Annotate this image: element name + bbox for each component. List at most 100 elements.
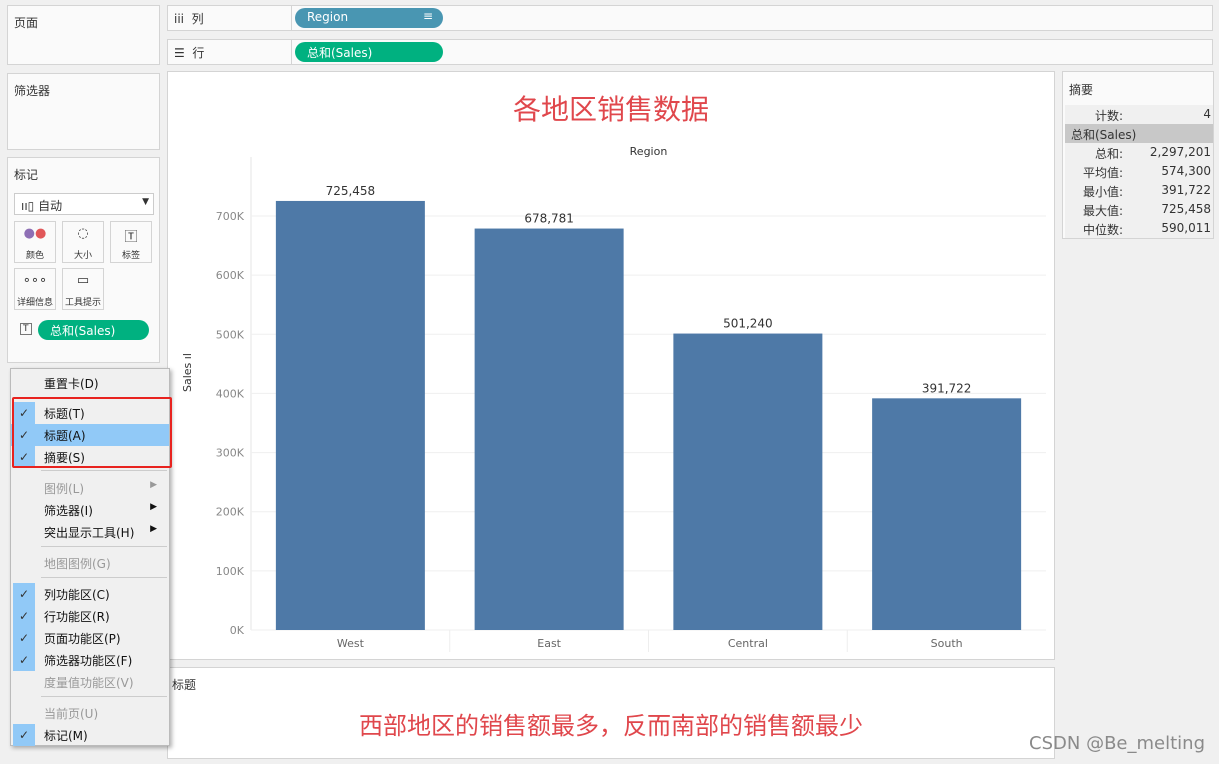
menu-item[interactable]: 重置卡(D) <box>11 372 169 394</box>
detail-label: 详细信息 <box>16 298 53 308</box>
submenu-arrow-icon: ▶ <box>150 480 157 490</box>
bar-chart: 0K 100K 200K 300K 400K 500K 600K 700K 725,458 Wes… <box>216 157 1046 652</box>
color-button[interactable]: ●● 颜色 <box>14 221 56 263</box>
y-tick-label: 500K <box>216 328 245 341</box>
detail-icon: ∘∘∘ <box>22 273 48 288</box>
marks-title: 标记 <box>14 168 39 182</box>
list-icon: ☰ <box>174 46 185 60</box>
watermark: CSDN @Be_melting <box>1029 733 1205 754</box>
summary-card: 摘要 计数: 4 总和(Sales) 总和: 2,297,201 平均值: 574,30… <box>1062 71 1214 239</box>
marks-card: 标记 ıı▯ 自动 ▼ ●● 颜色 ◌ 大小 🅃 标签 ∘∘∘ 详细信息 ▭ 工具提示 T … <box>7 157 160 363</box>
filters-title: 筛选器 <box>14 84 51 98</box>
columns-shelf[interactable]: iii 列 Region ≡ <box>167 5 1213 31</box>
columns-label: iii 列 <box>168 6 292 30</box>
size-button[interactable]: ◌ 大小 <box>62 221 104 263</box>
size-label: 大小 <box>73 251 92 261</box>
size-icon: ◌ <box>77 226 89 241</box>
rows-label-text: 行 <box>192 46 205 60</box>
data-label: 678,781 <box>524 212 574 226</box>
bar <box>474 228 624 630</box>
summary-row: 总和: 2,297,201 <box>1065 143 1213 162</box>
chart-panel: 各地区销售数据 Region Sales ıl 0K 100K 200K 300K 40… <box>167 71 1055 660</box>
mark-type-dropdown[interactable]: ıı▯ 自动 ▼ <box>14 193 154 215</box>
detail-button[interactable]: ∘∘∘ 详细信息 <box>14 268 56 310</box>
x-tick-label: West <box>337 637 365 650</box>
region-pill[interactable]: Region ≡ <box>295 8 443 28</box>
menu-item[interactable]: ✓ 列功能区(C) <box>11 583 169 605</box>
menu-item[interactable]: ✓ 标记(M) <box>11 724 169 746</box>
menu-separator <box>41 696 167 697</box>
bar <box>275 200 425 630</box>
y-tick-label: 600K <box>216 269 245 282</box>
menu-item[interactable]: 突出显示工具(H) ▶ <box>11 521 169 543</box>
caption-label: 标题 <box>172 678 197 692</box>
check-icon: ✓ <box>13 724 35 746</box>
columns-icon: iii <box>174 12 185 26</box>
check-icon: ✓ <box>13 583 35 605</box>
label-label: 标签 <box>121 251 140 261</box>
menu-item-label: 地图图例(G) <box>44 557 111 571</box>
summary-row: 最大值: 725,458 <box>1065 200 1213 219</box>
caption-panel: 标题 西部地区的销售额最多，反而南部的销售额最少 <box>167 667 1055 759</box>
menu-separator <box>41 470 167 471</box>
rows-label: ☰ 行 <box>168 40 292 64</box>
data-label: 391,722 <box>922 381 972 395</box>
y-tick-label: 700K <box>216 210 245 223</box>
menu-item-label: 重置卡(D) <box>44 377 99 391</box>
color-label: 颜色 <box>25 251 44 261</box>
menu-item: 图例(L) ▶ <box>11 477 169 499</box>
menu-item: 当前页(U) <box>11 702 169 724</box>
highlight-box <box>12 397 172 468</box>
menu-item-label: 当前页(U) <box>44 707 99 721</box>
summary-row: 中位数: 590,011 <box>1065 219 1213 238</box>
columns-label-text: 列 <box>191 12 204 26</box>
menu-item: 地图图例(G) <box>11 552 169 574</box>
menu-separator <box>41 577 167 578</box>
label-button[interactable]: 🅃 标签 <box>110 221 152 263</box>
y-tick-label: 400K <box>216 387 245 400</box>
menu-item[interactable]: ✓ 行功能区(R) <box>11 605 169 627</box>
summary-title: 摘要 <box>1069 83 1094 97</box>
tooltip-button[interactable]: ▭ 工具提示 <box>62 268 104 310</box>
menu-item[interactable]: 筛选器(I) ▶ <box>11 499 169 521</box>
summary-value: 725,458 <box>1161 202 1211 216</box>
menu-item-label: 突出显示工具(H) <box>44 526 135 540</box>
menu-item-label: 标记(M) <box>44 729 88 743</box>
rows-shelf[interactable]: ☰ 行 总和(Sales) <box>167 39 1213 65</box>
x-tick-label: East <box>537 637 561 650</box>
pages-title: 页面 <box>14 16 39 30</box>
sales-pill[interactable]: 总和(Sales) <box>295 42 443 62</box>
summary-field: 总和(Sales) <box>1065 124 1213 143</box>
menu-item-label: 图例(L) <box>44 482 85 496</box>
menu-item[interactable]: ✓ 页面功能区(P) <box>11 627 169 649</box>
data-label: 725,458 <box>326 184 376 198</box>
summary-key: 最小值: <box>1082 185 1123 199</box>
text-icon: 🅃 <box>124 230 138 245</box>
menu-item-label: 列功能区(C) <box>44 588 110 602</box>
summary-row: 最小值: 391,722 <box>1065 181 1213 200</box>
caption-text: 西部地区的销售额最多，反而南部的销售额最少 <box>359 712 863 740</box>
summary-row: 平均值: 574,300 <box>1065 162 1213 181</box>
pages-card: 页面 <box>7 5 160 65</box>
filters-card: 筛选器 <box>7 73 160 150</box>
submenu-arrow-icon: ▶ <box>150 502 157 512</box>
label-sales-pill[interactable]: 总和(Sales) <box>38 320 149 340</box>
menu-item[interactable]: ✓ 筛选器功能区(F) <box>11 649 169 671</box>
color-icon: ●● <box>23 226 47 241</box>
summary-key: 中位数: <box>1082 223 1123 237</box>
y-tick-label: 200K <box>216 506 245 519</box>
summary-value: 2,297,201 <box>1149 145 1211 159</box>
menu-item: 度量值功能区(V) <box>11 671 169 693</box>
summary-key: 平均值: <box>1082 166 1123 180</box>
text-mark-icon: T <box>20 323 32 335</box>
summary-value: 574,300 <box>1161 164 1211 178</box>
region-pill-label: Region <box>307 10 349 24</box>
sort-icon[interactable]: ≡ <box>423 9 433 23</box>
count-label: 计数: <box>1094 109 1123 123</box>
menu-item-label: 筛选器功能区(F) <box>44 654 133 668</box>
data-label: 501,240 <box>723 317 773 331</box>
check-icon: ✓ <box>13 605 35 627</box>
tooltip-icon: ▭ <box>76 273 90 288</box>
x-tick-label: South <box>931 637 963 650</box>
menu-separator <box>41 546 167 547</box>
